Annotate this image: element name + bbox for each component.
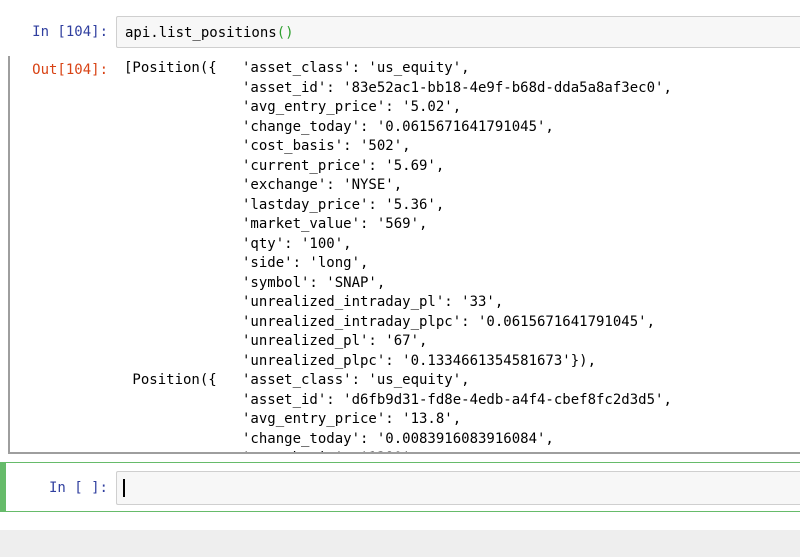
input-prompt-empty: In [ ]: bbox=[48, 480, 108, 496]
empty-code-input[interactable] bbox=[116, 471, 800, 505]
code-text: api.list_positions bbox=[125, 25, 277, 41]
output-prompt: Out[104]: bbox=[32, 62, 108, 78]
notebook-footer bbox=[0, 530, 800, 557]
text-cursor bbox=[123, 479, 125, 497]
input-prompt: In [104]: bbox=[32, 24, 108, 40]
output-text: [Position({ 'asset_class': 'us_equity', … bbox=[124, 60, 672, 454]
output-area[interactable]: [Position({ 'asset_class': 'us_equity', … bbox=[116, 56, 800, 454]
code-input-cell[interactable]: api.list_positions() bbox=[116, 16, 800, 48]
code-parens: () bbox=[276, 25, 294, 41]
output-scroll-edge bbox=[8, 56, 10, 454]
code-line: api.list_positions() bbox=[125, 23, 294, 43]
output-scroll-divider bbox=[8, 452, 800, 454]
